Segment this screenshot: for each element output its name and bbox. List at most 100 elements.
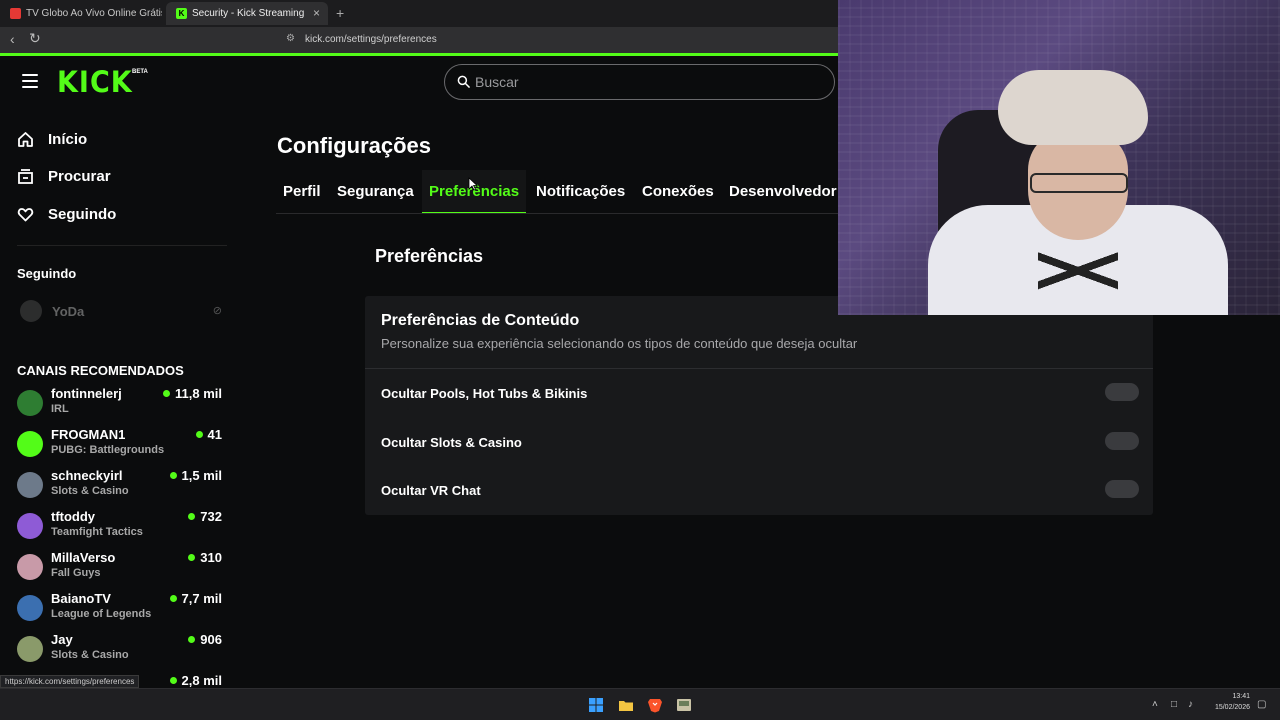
search-bar[interactable]: [444, 64, 835, 100]
viewer-count: 2,8 mil: [169, 673, 222, 688]
channel-name: FROGMAN1: [51, 427, 126, 442]
windows-start-icon[interactable]: [588, 697, 604, 713]
avatar: [17, 554, 43, 580]
brave-browser-icon[interactable]: [647, 697, 663, 713]
channel-name: Jay: [51, 632, 73, 647]
tab-security[interactable]: Segurança: [330, 170, 421, 213]
viewer-count-text: 310: [200, 550, 222, 565]
site-header: KICK BETA: [0, 56, 838, 108]
content-preferences-card: Preferências de Conteúdo Personalize sua…: [365, 296, 1153, 515]
globo-favicon-icon: [10, 8, 21, 19]
tab-developer[interactable]: Desenvolvedor: [722, 170, 838, 213]
sidebar-item-label: Procurar: [48, 168, 111, 185]
viewer-count-text: 41: [207, 427, 222, 442]
url-field[interactable]: kick.com/settings/preferences: [305, 34, 437, 45]
webcam-collar: [1038, 230, 1118, 315]
network-icon[interactable]: □: [1171, 699, 1177, 710]
pref-label: Ocultar VR Chat: [381, 483, 481, 498]
browser-tab-kick[interactable]: K Security - Kick Streaming ×: [166, 2, 328, 25]
channel-name: MillaVerso: [51, 550, 116, 565]
sidebar-item-following[interactable]: Seguindo: [17, 206, 116, 223]
tab-notifications[interactable]: Notificações: [529, 170, 632, 213]
viewer-count: 41: [195, 427, 222, 442]
volume-icon[interactable]: ♪: [1188, 699, 1193, 710]
viewer-count-text: 1,5 mil: [181, 468, 222, 483]
sidebar-item-browse[interactable]: Procurar: [17, 168, 111, 185]
tab-title: TV Globo Ao Vivo Online Grátis | Assi: [26, 8, 162, 19]
hamburger-menu-icon[interactable]: [22, 74, 38, 88]
webcam-hair: [998, 70, 1148, 145]
viewer-count: 11,8 mil: [163, 386, 222, 401]
reload-icon[interactable]: ↻: [29, 30, 41, 47]
card-subtitle: Personalize sua experiência selecionando…: [381, 336, 858, 351]
live-dot-icon: [169, 472, 177, 479]
avatar: [17, 636, 43, 662]
viewer-count-text: 906: [200, 632, 222, 647]
recommended-channel[interactable]: tftoddy Teamfight Tactics 732: [17, 506, 225, 544]
recommended-channel[interactable]: schneckyirl Slots & Casino 1,5 mil: [17, 465, 225, 503]
beta-badge: BETA: [132, 69, 148, 75]
pref-label: Ocultar Pools, Hot Tubs & Bikinis: [381, 386, 588, 401]
tab-connections[interactable]: Conexões: [635, 170, 721, 213]
back-arrow-icon[interactable]: ‹: [10, 31, 15, 47]
recommended-channel[interactable]: BaianoTV League of Legends 7,7 mil: [17, 588, 225, 626]
recommended-channel[interactable]: fontinnelerj IRL 11,8 mil: [17, 383, 225, 421]
avatar: [17, 390, 43, 416]
close-tab-icon[interactable]: ×: [313, 6, 320, 20]
live-dot-icon: [169, 677, 177, 684]
browser-tab-globo[interactable]: TV Globo Ao Vivo Online Grátis | Assi: [0, 2, 162, 25]
page-title: Configurações: [277, 133, 432, 158]
kick-logo[interactable]: KICK: [57, 65, 133, 99]
channel-category: Slots & Casino: [51, 485, 129, 497]
recommended-channel[interactable]: FROGMAN1 PUBG: Battlegrounds 41: [17, 424, 225, 462]
avatar: [17, 472, 43, 498]
file-explorer-icon[interactable]: [618, 697, 634, 713]
channel-name: tftoddy: [51, 509, 96, 524]
sidebar-item-home[interactable]: Início: [17, 131, 87, 148]
channel-category: IRL: [51, 403, 69, 415]
settings-tabs: Perfil Segurança Preferências Notificaçõ…: [276, 170, 838, 214]
recommended-channel[interactable]: MillaVerso Fall Guys 310: [17, 547, 225, 585]
hide-vrchat-toggle[interactable]: [1105, 480, 1139, 498]
new-tab-button[interactable]: +: [336, 5, 344, 21]
tab-profile[interactable]: Perfil: [276, 170, 328, 213]
channel-name: BaianoTV: [51, 591, 111, 606]
search-icon: [457, 75, 470, 88]
home-icon: [18, 132, 33, 147]
live-dot-icon: [163, 390, 171, 397]
followed-channel[interactable]: YoDa ⊘: [20, 298, 225, 324]
taskbar: ˄ □ ♪ 13:41 15/02/2026 ▢: [0, 688, 1280, 720]
clock-date[interactable]: 15/02/2026: [1204, 704, 1250, 711]
viewer-count-text: 732: [200, 509, 222, 524]
heart-icon: [17, 208, 34, 222]
section-title: Preferências: [375, 246, 484, 266]
avatar: [20, 300, 42, 322]
viewer-count: 906: [188, 632, 222, 647]
site-info-icon[interactable]: ⚙: [286, 33, 295, 44]
hide-slots-toggle[interactable]: [1105, 432, 1139, 450]
tab-title: Security - Kick Streaming: [192, 8, 305, 19]
app-icon[interactable]: [676, 697, 692, 713]
viewer-count-text: 2,8 mil: [181, 673, 222, 688]
browse-icon: [18, 169, 33, 184]
notifications-icon[interactable]: ▢: [1257, 699, 1266, 710]
channel-category: League of Legends: [51, 608, 152, 620]
viewer-count: 732: [188, 509, 222, 524]
avatar: [17, 595, 43, 621]
viewer-count-text: 11,8 mil: [175, 386, 222, 401]
hide-pools-toggle[interactable]: [1105, 383, 1139, 401]
webcam-overlay: [838, 0, 1280, 315]
clock-time[interactable]: 13:41: [1208, 693, 1250, 700]
avatar: [17, 513, 43, 539]
pref-row-pools: Ocultar Pools, Hot Tubs & Bikinis: [381, 379, 1139, 409]
pref-row-vrchat: Ocultar VR Chat: [381, 476, 1139, 506]
card-title: Preferências de Conteúdo: [381, 312, 580, 329]
live-dot-icon: [169, 595, 177, 602]
recommended-channel[interactable]: Jay Slots & Casino 906: [17, 629, 225, 667]
search-input[interactable]: [475, 65, 815, 99]
tray-chevron-icon[interactable]: ˄: [1152, 699, 1158, 710]
channel-name: YoDa: [52, 303, 85, 319]
channel-category: PUBG: Battlegrounds: [51, 444, 165, 456]
offline-icon: ⊘: [212, 305, 222, 317]
channel-name: schneckyirl: [51, 468, 123, 483]
